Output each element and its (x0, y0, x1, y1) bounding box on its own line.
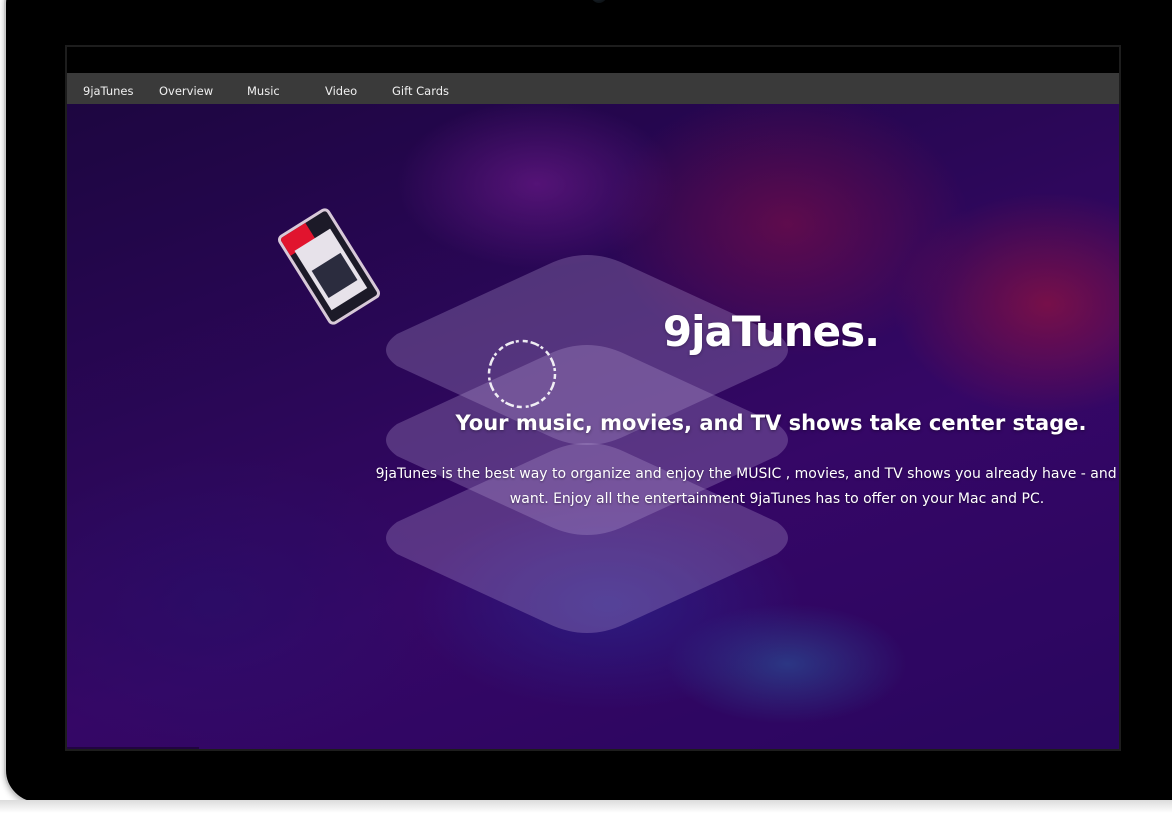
hero-section: 9jaTunes. Your music, movies, and TV sho… (67, 104, 1119, 749)
main-nav: 9jaTunes Overview Music Video Gift Cards (67, 73, 1119, 104)
device-bottom-edge (0, 800, 1172, 813)
hero-description: 9jaTunes is the best way to organize and… (327, 462, 1119, 512)
nav-item-music[interactable]: Music (247, 84, 280, 98)
nav-item-gift-cards[interactable]: Gift Cards (392, 84, 449, 98)
hero-description-line-2: want. Enjoy all the entertainment 9jaTun… (509, 491, 1045, 507)
device-screen: 9jaTunes Overview Music Video Gift Cards… (65, 45, 1121, 751)
hero-subtitle: Your music, movies, and TV shows take ce… (455, 411, 1087, 435)
camera-icon (591, 0, 607, 3)
horizontal-scrollbar[interactable] (67, 747, 199, 749)
nav-item-overview[interactable]: Overview (159, 84, 213, 98)
nav-item-home[interactable]: 9jaTunes (83, 84, 133, 98)
nav-item-video[interactable]: Video (325, 84, 357, 98)
hero-title: 9jaTunes. (662, 307, 880, 356)
hero-description-line-1: 9jaTunes is the best way to organize and… (375, 466, 1119, 482)
browser-top-bar (67, 47, 1119, 73)
